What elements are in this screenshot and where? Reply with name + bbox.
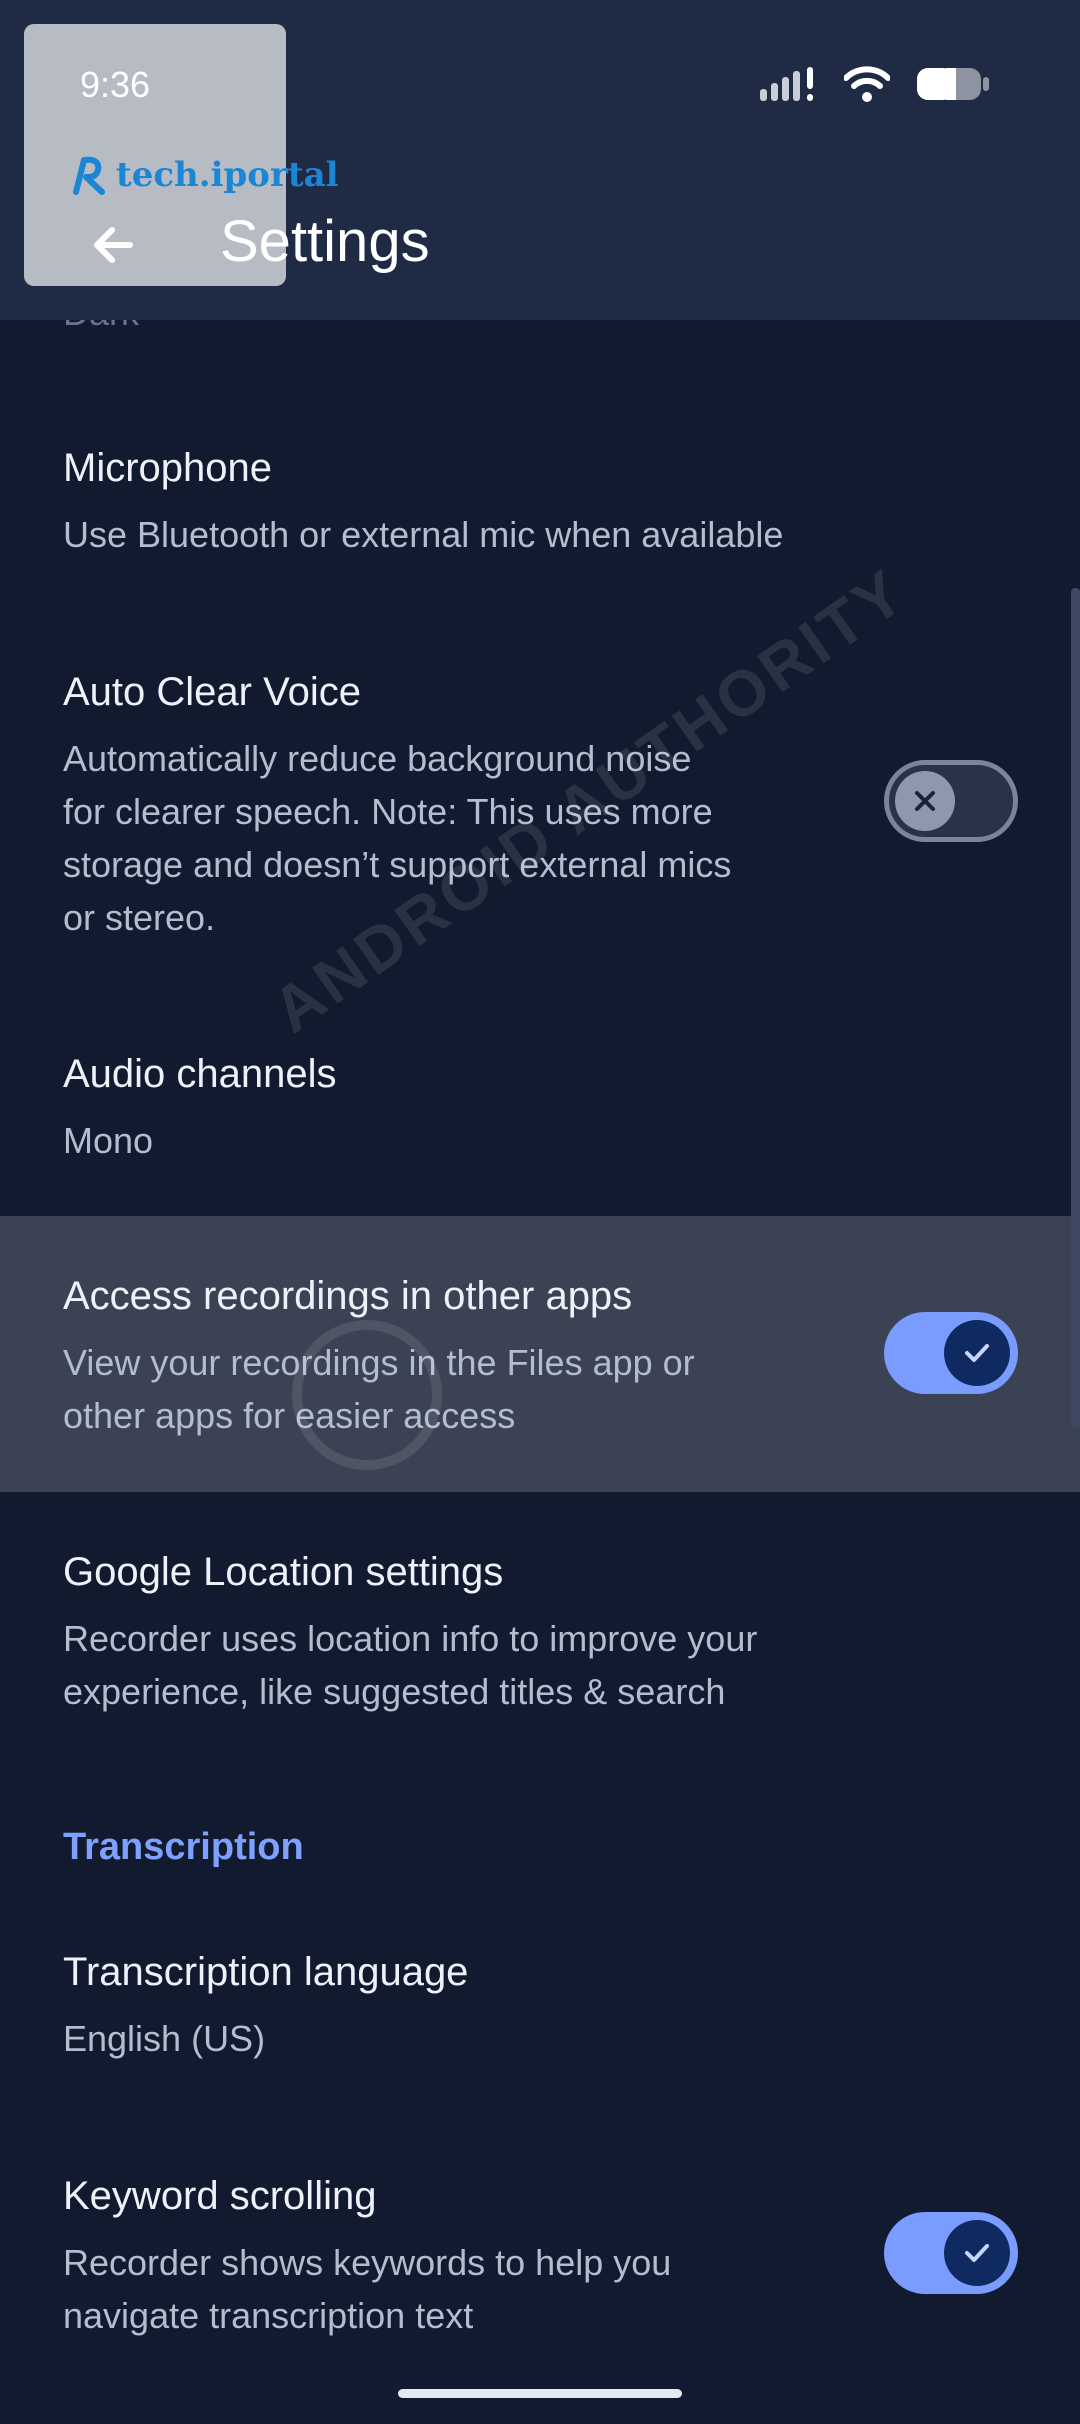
toggle-knob	[944, 1320, 1010, 1386]
check-icon	[965, 1344, 989, 1362]
setting-subtitle: Recorder uses location info to improve y…	[63, 1618, 758, 1712]
setting-google-location[interactable]: Google Location settings Recorder uses l…	[0, 1544, 1080, 1744]
wifi-icon	[844, 66, 890, 102]
close-icon	[915, 791, 935, 811]
setting-keyword-scrolling[interactable]: Keyword scrolling Recorder shows keyword…	[0, 2168, 1080, 2368]
logo-text: tech.iportal	[116, 155, 339, 195]
logo-icon	[73, 156, 105, 195]
setting-title: Access recordings in other apps	[63, 1274, 633, 1318]
setting-subtitle: Recorder shows keywords to help you navi…	[63, 2242, 672, 2336]
setting-microphone[interactable]: Microphone Use Bluetooth or external mic…	[0, 440, 1080, 590]
setting-audio-channels[interactable]: Audio channels Mono	[0, 1046, 1080, 1196]
status-time: 9:36	[80, 64, 151, 105]
setting-title: Auto Clear Voice	[63, 670, 361, 714]
setting-access-recordings[interactable]: Access recordings in other apps View you…	[0, 1268, 1080, 1468]
setting-subtitle: Mono	[63, 1120, 154, 1161]
status-icons	[760, 66, 990, 102]
toggle-knob	[944, 2220, 1010, 2286]
back-arrow-icon[interactable]	[80, 210, 150, 280]
setting-title: Audio channels	[63, 1052, 337, 1096]
signal-icon	[760, 67, 813, 101]
setting-title: Transcription language	[63, 1950, 469, 1994]
setting-title: Microphone	[63, 446, 273, 490]
check-icon	[965, 2244, 989, 2262]
section-header-transcription: Transcription	[63, 1826, 304, 1868]
page-title: Settings	[220, 209, 430, 274]
setting-subtitle: English (US)	[63, 2018, 266, 2059]
auto-clear-voice-toggle[interactable]	[884, 760, 1018, 842]
setting-title: Keyword scrolling	[63, 2174, 377, 2218]
toggle-knob	[895, 771, 955, 831]
setting-title: Google Location settings	[63, 1550, 504, 1594]
home-indicator[interactable]	[398, 2389, 682, 2398]
setting-transcription-language[interactable]: Transcription language English (US)	[0, 1944, 1080, 2094]
keyword-scrolling-toggle[interactable]	[884, 2212, 1018, 2294]
battery-icon	[917, 68, 989, 100]
setting-subtitle: Use Bluetooth or external mic when avail…	[63, 514, 784, 555]
scrollbar[interactable]	[1071, 588, 1080, 1428]
watermark-logo-icon	[292, 1320, 442, 1470]
access-recordings-toggle[interactable]	[884, 1312, 1018, 1394]
